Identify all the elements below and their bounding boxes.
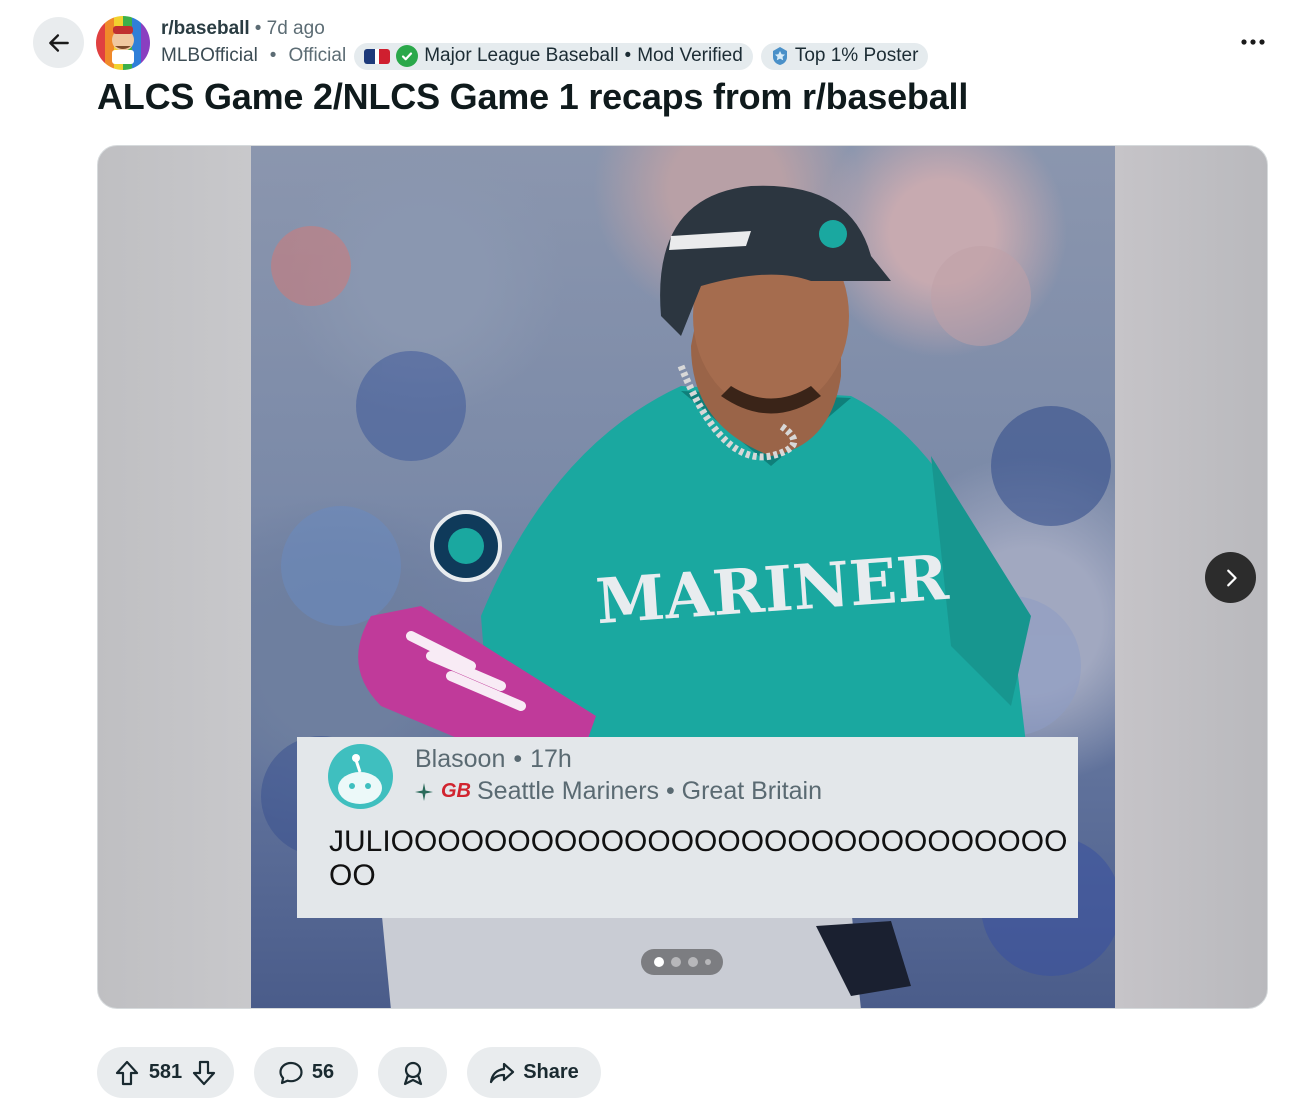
comment-dot: • [513, 745, 523, 773]
gallery-next-button[interactable] [1205, 552, 1256, 603]
vote-count: 581 [148, 1061, 183, 1083]
post-meta-line: r/baseball • 7d ago [161, 18, 325, 40]
subreddit-avatar[interactable] [96, 16, 150, 70]
comment-icon [279, 1061, 303, 1084]
share-icon [490, 1062, 515, 1083]
top-poster-icon [771, 46, 789, 66]
upvote-icon[interactable] [115, 1060, 139, 1086]
mariners-compass-icon [415, 782, 433, 801]
separator: • [269, 45, 277, 66]
mlb-logo-icon [364, 48, 391, 64]
comment-username: Blasoon [415, 745, 506, 773]
post-age: • 7d ago [254, 18, 325, 39]
comment-age: 17h [530, 745, 572, 773]
back-button[interactable] [33, 17, 84, 68]
comment-flair-text: Seattle Mariners • Great Britain [477, 777, 822, 805]
comment-count: 56 [311, 1061, 335, 1083]
comments-button[interactable]: 56 [254, 1047, 358, 1098]
top-poster-badge: Top 1% Poster [760, 42, 929, 70]
flair-dot: • [624, 45, 632, 66]
comment-screenshot: Blasoon • 17h GB Seattle Mariners • Great … [297, 737, 1078, 918]
more-icon [1241, 39, 1265, 45]
official-label: Official [288, 45, 347, 66]
pager-dot-1 [653, 957, 664, 967]
comment-user-line: Blasoon • 17h [415, 745, 572, 774]
pager-dot-3 [687, 957, 698, 967]
verified-check-icon [396, 45, 419, 67]
flair-team: Major League Baseball [424, 45, 619, 66]
award-icon [403, 1061, 422, 1085]
comment-flair: GB Seattle Mariners • Great Britain [415, 777, 822, 806]
flair-verified: Mod Verified [637, 45, 743, 66]
comment-avatar [328, 744, 393, 809]
author-line: MLBOfficial • Official Major League Base… [161, 42, 929, 70]
pager-dot-4 [704, 959, 711, 965]
pager-dot-2 [670, 957, 681, 967]
share-label: Share [523, 1061, 579, 1083]
author-name[interactable]: MLBOfficial [161, 45, 258, 67]
gallery-pagination [641, 949, 723, 975]
media-gallery[interactable]: MARINER Blasoon • 17h GB Seattle Mariners … [97, 145, 1268, 1009]
back-arrow-icon [48, 33, 69, 52]
vote-bar: 581 [97, 1047, 234, 1098]
user-flair: Major League Baseball • Mod Verified [354, 42, 753, 70]
downvote-icon[interactable] [192, 1060, 216, 1086]
comment-body: JULIOOOOOOOOOOOOOOOOOOOOOOOOOOOOOOO [329, 825, 1068, 892]
gb-flair-badge: GB [441, 780, 471, 802]
share-button[interactable]: Share [467, 1047, 601, 1098]
top-poster-label: Top 1% Poster [794, 45, 919, 66]
subreddit-name[interactable]: r/baseball [161, 18, 250, 40]
post-title[interactable]: ALCS Game 2/NLCS Game 1 recaps from r/ba… [97, 76, 968, 118]
award-button[interactable] [378, 1047, 447, 1098]
chevron-right-icon [1226, 569, 1237, 586]
more-options-button[interactable] [1232, 28, 1274, 56]
